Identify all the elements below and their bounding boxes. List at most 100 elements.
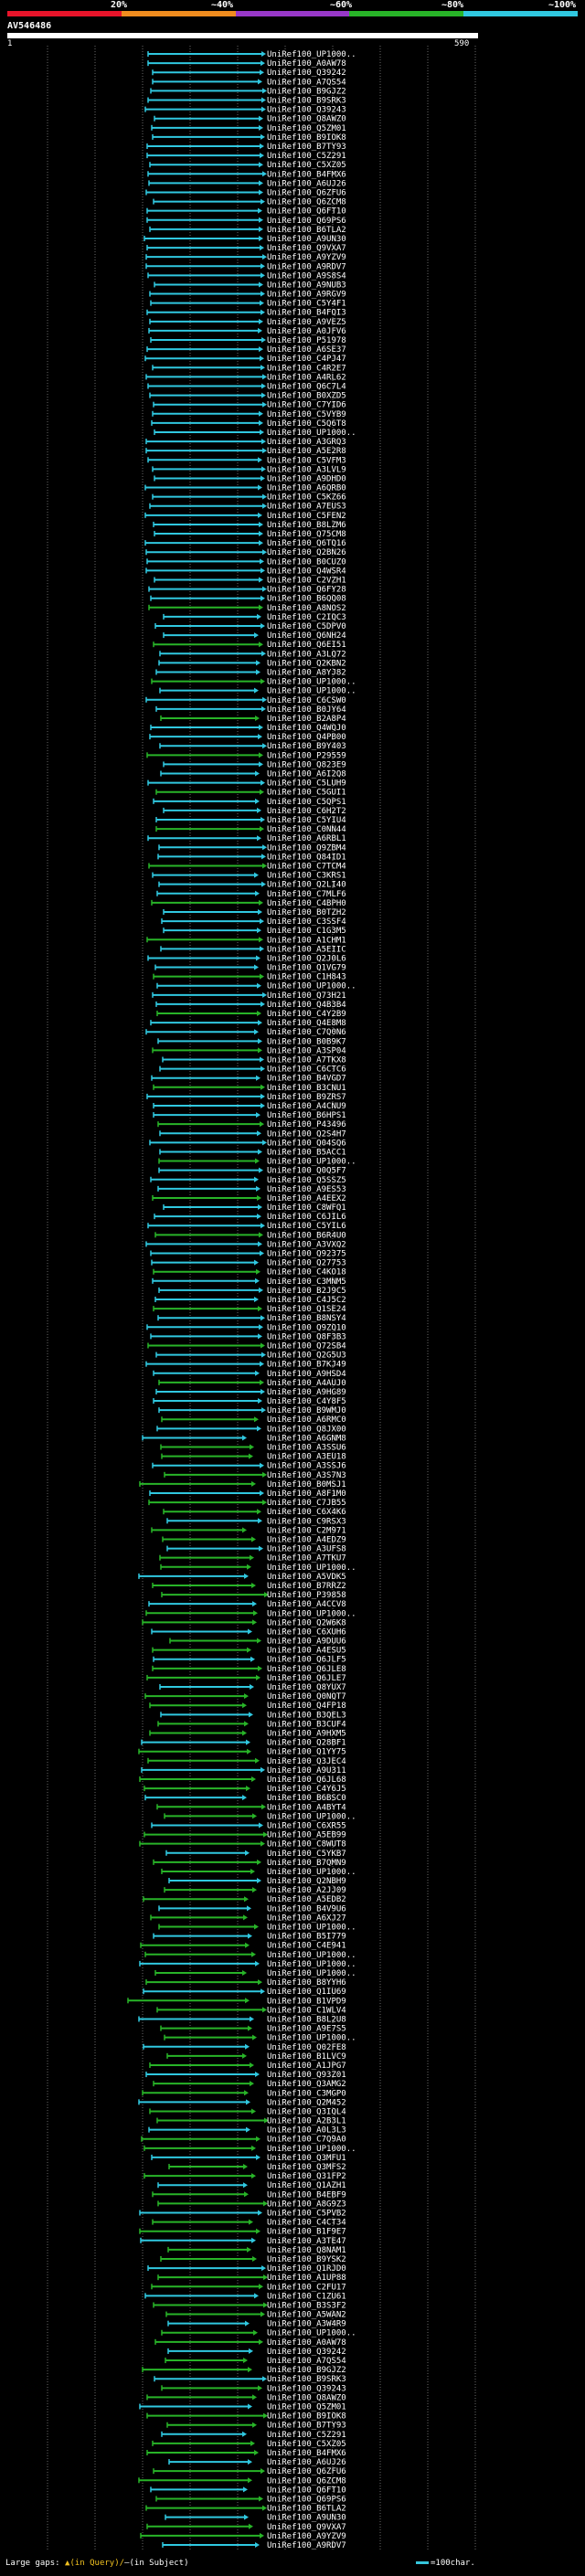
- hit-label[interactable]: UniRef100_A5E2R8: [267, 447, 346, 456]
- hit-label[interactable]: UniRef100_C6XR55: [267, 1821, 346, 1830]
- hit-label[interactable]: UniRef100_Q3MFU1: [267, 2154, 346, 2163]
- hit-label[interactable]: UniRef100_Q2S4H7: [267, 1129, 346, 1139]
- hit-label[interactable]: UniRef100_UP1000..: [267, 429, 356, 438]
- hit-label[interactable]: UniRef100_Q8JX00: [267, 1425, 346, 1434]
- hit-label[interactable]: UniRef100_C5DPV0: [267, 622, 346, 631]
- hit-label[interactable]: UniRef100_C7Q9A0: [267, 2136, 346, 2145]
- hit-label[interactable]: UniRef100_B9Y403: [267, 742, 346, 751]
- hit-label[interactable]: UniRef100_UP1000..: [267, 982, 356, 991]
- hit-label[interactable]: UniRef100_Q69PS6: [267, 217, 346, 226]
- hit-label[interactable]: UniRef100_A4EDZ9: [267, 1535, 346, 1544]
- hit-label[interactable]: UniRef100_Q3IQL4: [267, 2107, 346, 2116]
- hit-label[interactable]: UniRef100_B3CNU1: [267, 1084, 346, 1093]
- hit-label[interactable]: UniRef100_A8G9Z3: [267, 2200, 346, 2209]
- hit-label[interactable]: UniRef100_Q6FT10: [267, 207, 346, 217]
- hit-label[interactable]: UniRef100_Q04SQ6: [267, 1139, 346, 1148]
- hit-label[interactable]: UniRef100_Q1YY75: [267, 1748, 346, 1757]
- hit-label[interactable]: UniRef100_Q6JLF5: [267, 1656, 346, 1665]
- hit-label[interactable]: UniRef100_Q4PB00: [267, 733, 346, 742]
- hit-label[interactable]: UniRef100_C1H843: [267, 973, 346, 982]
- hit-label[interactable]: UniRef100_Q9VXA7: [267, 2523, 346, 2532]
- hit-label[interactable]: UniRef100_C5YKB7: [267, 1850, 346, 1859]
- hit-label[interactable]: UniRef100_C6H2T2: [267, 807, 346, 816]
- hit-label[interactable]: UniRef100_A4EEX2: [267, 1194, 346, 1203]
- hit-label[interactable]: UniRef100_B2A8P4: [267, 715, 346, 724]
- hit-label[interactable]: UniRef100_A4BYT4: [267, 1803, 346, 1812]
- hit-label[interactable]: UniRef100_B0XZD5: [267, 392, 346, 401]
- hit-label[interactable]: UniRef100_C5XZ05: [267, 2440, 346, 2449]
- hit-label[interactable]: UniRef100_A2JJ09: [267, 1886, 346, 1895]
- hit-label[interactable]: UniRef100_C6XUH6: [267, 1627, 346, 1637]
- hit-label[interactable]: UniRef100_Q0Q5F7: [267, 1167, 346, 1176]
- hit-label[interactable]: UniRef100_B0TZH2: [267, 908, 346, 917]
- hit-label[interactable]: UniRef100_Q8NAM1: [267, 2246, 346, 2255]
- hit-label[interactable]: UniRef100_A6I2Q8: [267, 770, 346, 779]
- hit-label[interactable]: UniRef100_UP1000..: [267, 1951, 356, 1960]
- hit-label[interactable]: UniRef100_Q9VXA7: [267, 244, 346, 253]
- hit-label[interactable]: UniRef100_P29559: [267, 751, 346, 760]
- hit-label[interactable]: UniRef100_A6GNM8: [267, 1434, 346, 1443]
- hit-label[interactable]: UniRef100_C3MNM5: [267, 1277, 346, 1287]
- hit-label[interactable]: UniRef100_Q92375: [267, 1250, 346, 1259]
- hit-label[interactable]: UniRef100_A7TKU7: [267, 1554, 346, 1564]
- hit-label[interactable]: UniRef100_C3MGP0: [267, 2089, 346, 2098]
- hit-label[interactable]: UniRef100_A8YJ82: [267, 668, 346, 677]
- hit-label[interactable]: UniRef100_Q6NH24: [267, 631, 346, 641]
- hit-label[interactable]: UniRef100_C5VYB9: [267, 410, 346, 419]
- hit-label[interactable]: UniRef100_B3QEL3: [267, 1711, 346, 1720]
- hit-label[interactable]: UniRef100_Q5SSZ5: [267, 1176, 346, 1185]
- hit-label[interactable]: UniRef100_A2B3L1: [267, 2117, 346, 2126]
- hit-label[interactable]: UniRef100_C5Q6T8: [267, 419, 346, 429]
- hit-label[interactable]: UniRef100_A4RL62: [267, 373, 346, 382]
- hit-label[interactable]: UniRef100_Q2BN26: [267, 548, 346, 557]
- hit-label[interactable]: UniRef100_A5VDK5: [267, 1573, 346, 1582]
- hit-label[interactable]: UniRef100_A3SSU6: [267, 1444, 346, 1453]
- hit-label[interactable]: UniRef100_C5PVB2: [267, 2209, 346, 2218]
- hit-label[interactable]: UniRef100_B4V9U6: [267, 1904, 346, 1913]
- hit-label[interactable]: UniRef100_C5Z291: [267, 152, 346, 161]
- hit-label[interactable]: UniRef100_A9E7S5: [267, 2025, 346, 2034]
- hit-label[interactable]: UniRef100_C5GUI1: [267, 789, 346, 798]
- hit-label[interactable]: UniRef100_A9DHD0: [267, 474, 346, 483]
- hit-label[interactable]: UniRef100_Q6C7L4: [267, 383, 346, 392]
- hit-label[interactable]: UniRef100_Q2J0L6: [267, 954, 346, 963]
- hit-label[interactable]: UniRef100_C5VFM3: [267, 456, 346, 465]
- hit-label[interactable]: UniRef100_A3EU18: [267, 1453, 346, 1462]
- hit-label[interactable]: UniRef100_Q6ZCM8: [267, 2476, 346, 2486]
- hit-label[interactable]: UniRef100_C7JB55: [267, 1499, 346, 1508]
- hit-label[interactable]: UniRef100_Q28BF1: [267, 1739, 346, 1748]
- hit-label[interactable]: UniRef100_Q93Z01: [267, 2071, 346, 2080]
- hit-label[interactable]: UniRef100_C4Y6J5: [267, 1785, 346, 1794]
- hit-label[interactable]: UniRef100_C2FU17: [267, 2283, 346, 2292]
- hit-label[interactable]: UniRef100_UP1000..: [267, 1812, 356, 1821]
- hit-label[interactable]: UniRef100_B4FMX6: [267, 170, 346, 179]
- hit-label[interactable]: UniRef100_Q6ZFU6: [267, 2467, 346, 2476]
- hit-label[interactable]: UniRef100_UP1000..: [267, 1960, 356, 1969]
- hit-label[interactable]: UniRef100_A9RGV9: [267, 291, 346, 300]
- hit-label[interactable]: UniRef100_Q3MFS2: [267, 2163, 346, 2172]
- hit-label[interactable]: UniRef100_C6X4K6: [267, 1508, 346, 1517]
- hit-label[interactable]: UniRef100_B9SRK3: [267, 97, 346, 106]
- hit-label[interactable]: UniRef100_B5ACC1: [267, 1148, 346, 1157]
- hit-label[interactable]: UniRef100_A9UN30: [267, 235, 346, 244]
- hit-label[interactable]: UniRef100_Q4WQJ0: [267, 724, 346, 733]
- hit-label[interactable]: UniRef100_P51978: [267, 336, 346, 345]
- hit-label[interactable]: UniRef100_B8LZM6: [267, 521, 346, 530]
- hit-label[interactable]: UniRef100_A3UFS8: [267, 1545, 346, 1554]
- hit-label[interactable]: UniRef100_B4EBF9: [267, 2190, 346, 2200]
- hit-label[interactable]: UniRef100_B9GJZ2: [267, 2366, 346, 2375]
- hit-label[interactable]: UniRef100_C2VZH1: [267, 577, 346, 586]
- hit-label[interactable]: UniRef100_C6CSW0: [267, 696, 346, 705]
- hit-label[interactable]: UniRef100_UP1000..: [267, 2034, 356, 2043]
- hit-label[interactable]: UniRef100_A9S8S4: [267, 271, 346, 281]
- hit-label[interactable]: UniRef100_C7YID6: [267, 401, 346, 410]
- hit-label[interactable]: UniRef100_Q1IU69: [267, 1988, 346, 1997]
- hit-label[interactable]: UniRef100_C4PJ47: [267, 355, 346, 364]
- hit-label[interactable]: UniRef100_B8YYH6: [267, 1978, 346, 1988]
- hit-label[interactable]: UniRef100_C5QPS1: [267, 798, 346, 807]
- hit-label[interactable]: UniRef100_UP1000..: [267, 687, 356, 696]
- hit-label[interactable]: UniRef100_A6UJ26: [267, 2458, 346, 2467]
- hit-label[interactable]: UniRef100_A6XJ27: [267, 1913, 346, 1923]
- hit-label[interactable]: UniRef100_C3SSF4: [267, 917, 346, 927]
- hit-label[interactable]: UniRef100_Q39242: [267, 69, 346, 78]
